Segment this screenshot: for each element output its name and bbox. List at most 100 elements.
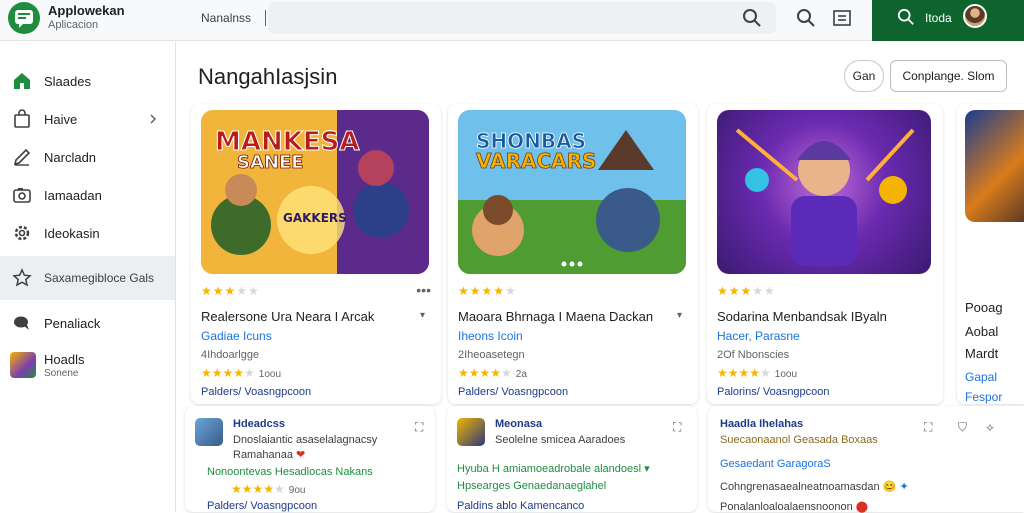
sidebar-item-label: Penaliack (44, 315, 101, 331)
sidebar-item-label: Haive (44, 111, 78, 127)
sidebar-item-label: Ideokasin (44, 225, 100, 241)
more-options-icon[interactable]: ••• (416, 282, 431, 298)
art-badge: GAKKERS (283, 211, 347, 225)
bag-icon (14, 109, 30, 128)
search-icon[interactable] (742, 8, 762, 28)
mini-link[interactable]: Ponalanloaloalaensnoonon ⬤ (720, 500, 868, 513)
game-artwork[interactable]: SHONBAS VARACARS (458, 110, 686, 274)
star-rating: ★★★★★ (458, 284, 517, 298)
sidebar: Slaades Haive Narcladn Iamaadan Ideokasi (0, 42, 176, 512)
star-rating: ★★★★★ (201, 284, 260, 298)
chevron-down-icon[interactable]: ▾ (420, 310, 425, 321)
sidebar-item-settings[interactable]: Ideokasin (0, 214, 175, 252)
gear-icon (14, 225, 30, 241)
rating-count: 2a (515, 369, 527, 380)
card-link[interactable]: Palorins/ Voasngpcoon (717, 386, 830, 398)
app-thumb-icon (457, 418, 485, 446)
top-bar: Applowekan Aplicacion Nanalnss Itoda (0, 0, 1024, 41)
app-card[interactable]: SHONBAS VARACARS ★★★★★ Maoara Bhrnaga I … (448, 104, 698, 404)
app-logo[interactable] (8, 2, 40, 34)
expand-icon[interactable]: ⛶ (673, 420, 681, 435)
pencil-icon (13, 148, 31, 166)
sidebar-item-iamaadan[interactable]: Iamaadan (0, 176, 175, 214)
game-artwork[interactable] (717, 110, 931, 274)
sidebar-item-home[interactable]: Slaades (0, 62, 175, 100)
card-title: Realersone Ura Neara I Arcak (201, 309, 375, 324)
mini-line-3: Hpsearges Genaedanaeglahel (457, 480, 607, 492)
sidebar-item-narcladn[interactable]: Narcladn (0, 138, 175, 176)
card-downloads: 2Of Nbonscies (717, 349, 790, 361)
sidebar-item-haive[interactable]: Haive (0, 100, 175, 138)
avatar[interactable] (963, 4, 987, 28)
partial-line-3: Mardt (965, 346, 999, 361)
card-link[interactable]: Palders/ Voasngpcoon (201, 386, 311, 398)
chevron-right-icon (150, 114, 157, 124)
art-subtitle: VARACARS (476, 149, 596, 173)
user-name: Itoda (925, 11, 952, 25)
text-cursor (265, 10, 266, 26)
game-artwork-image (735, 128, 915, 266)
card-link[interactable]: Palders/ Voasngpcoon (458, 386, 568, 398)
sidebar-item-label: Slaades (44, 73, 91, 89)
card-developer[interactable]: Iheons Icoin (458, 329, 523, 343)
mini-line-2: Ramahanaa ❤ (233, 449, 306, 461)
bookmark-icon[interactable]: ⛉ (958, 420, 967, 435)
sidebar-item-label: Iamaadan (44, 187, 102, 203)
game-artwork-image: SHONBAS VARACARS (458, 110, 686, 274)
star-rating: ★★★★★ 9ou (231, 482, 306, 496)
card-rating-row: ★★★★★ 2a (458, 366, 527, 380)
search-icon[interactable] (796, 8, 816, 28)
partial-developer-2[interactable]: Fespor (965, 390, 1002, 404)
expand-icon[interactable]: ⛶ (415, 420, 423, 435)
partial-developer[interactable]: Gapal (965, 370, 997, 384)
app-card-partial[interactable]: Pooag Aobal Mardt Gapal Fespor (957, 104, 1024, 404)
mini-line-1: Dnoslaiantic asaselalagnacsy (233, 434, 378, 446)
primary-action-button[interactable]: Conplange. Slom (890, 60, 1007, 92)
sidebar-item-hoadls[interactable]: Hoadls Sonene (0, 344, 175, 386)
card-downloads: 2Iheoasetegn (458, 349, 525, 361)
app-card[interactable]: MANKESA SANEE GAKKERS ★★★★★ ••• Realerso… (191, 104, 441, 404)
card-downloads: 4Ihdoarlgge (201, 349, 260, 361)
home-icon (14, 73, 30, 89)
page-title: NangahIasjsin (198, 64, 338, 89)
mini-title: Haadla Ihelahas (720, 418, 804, 430)
chat-icon (14, 316, 29, 330)
card-rating-row: ★★★★★ 1oou (717, 366, 798, 380)
mini-title: Hdeadcss (233, 418, 285, 430)
mini-app-card[interactable]: Meonasa ⛶ Seolelne smicea Aaradoes Hyuba… (447, 406, 697, 512)
mini-line-3-text: Cohngrenasaealneatnoamasdan (720, 481, 880, 493)
mini-line-3: Nonoontevas Hesadlocas Nakans (207, 466, 373, 478)
topbar-label: Nanalnss (201, 11, 252, 25)
mini-link[interactable]: Palders/ Voasngpcoon (207, 500, 317, 512)
partial-line-2: Aobal (965, 324, 999, 339)
share-icon[interactable]: ⟡ (986, 420, 994, 435)
app-card[interactable]: ★★★★★ Sodarina Menbandsak IByaln Hacer, … (707, 104, 943, 404)
sidebar-item-label: Hoadls (44, 352, 85, 367)
sidebar-item-penaliack[interactable]: Penaliack (0, 304, 175, 342)
small-button[interactable]: Gan (844, 60, 884, 92)
mini-app-card[interactable]: Hdeadcss ⛶ Dnoslaiantic asaselalagnacsy … (185, 406, 435, 512)
app-thumb-icon (195, 418, 223, 446)
card-developer[interactable]: Gadiae Icuns (201, 329, 272, 343)
expand-icon[interactable]: ⛶ (924, 420, 932, 435)
card-title: Maoara Bhrnaga I Maena Dackan (458, 309, 654, 324)
game-artwork[interactable] (965, 110, 1024, 222)
card-developer[interactable]: Hacer, Parasne (717, 329, 800, 343)
mini-line-2-text: Ramahanaa (233, 449, 293, 461)
mini-link-text: Ponalanloaloalaensnoonon (720, 501, 853, 513)
sidebar-item-label: Narcladn (44, 149, 97, 165)
rating-count: 9ou (288, 485, 306, 496)
user-chip[interactable]: Itoda (872, 0, 1024, 41)
chevron-down-icon[interactable]: ▾ (677, 310, 682, 321)
mini-app-card[interactable]: Haadla Ihelahas ⛶ ⛉ ⟡ Suecaonaanol Geasa… (708, 406, 1024, 513)
grid-icon[interactable] (832, 8, 852, 28)
app-title: Applowekan (48, 3, 125, 18)
mini-title: Meonasa (495, 418, 543, 430)
sidebar-item-saved-games[interactable]: Saxamegibloce Gals (0, 256, 175, 300)
mini-link[interactable]: Paldins ablo Kamencanco (457, 500, 584, 512)
game-artwork-image: MANKESA SANEE GAKKERS (201, 110, 429, 274)
search-input[interactable] (268, 2, 776, 34)
game-artwork[interactable]: MANKESA SANEE GAKKERS (201, 110, 429, 274)
mini-line-1: Suecaonaanol Geasada Boxaas (720, 434, 878, 446)
rating-count: 1oou (774, 369, 798, 380)
